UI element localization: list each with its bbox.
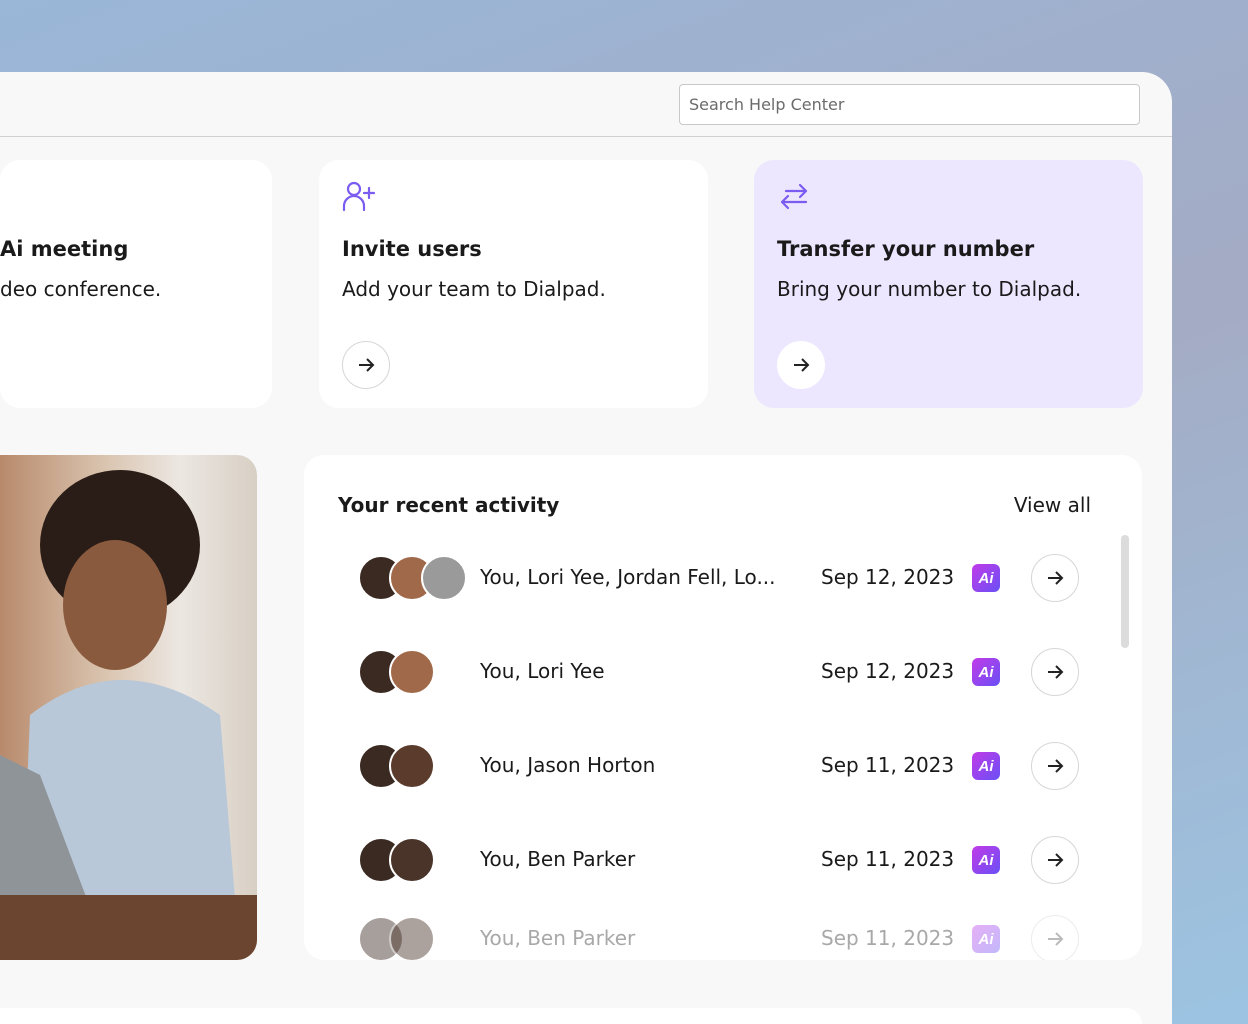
date: Sep 11, 2023 bbox=[821, 847, 955, 871]
card-ai-meeting[interactable]: Ai meeting deo conference. bbox=[0, 160, 272, 408]
avatar bbox=[389, 837, 435, 883]
arrow-right-icon bbox=[1048, 571, 1064, 585]
activity-row[interactable]: You, Jason Horton Sep 11, 2023 Ai bbox=[304, 740, 1142, 800]
arrow-right-icon bbox=[1048, 853, 1064, 867]
activity-title: Your recent activity bbox=[338, 493, 560, 517]
activity-row[interactable]: You, Ben Parker Sep 11, 2023 Ai bbox=[304, 834, 1142, 894]
participants: You, Lori Yee bbox=[480, 659, 605, 683]
ai-badge-icon: Ai bbox=[972, 564, 1000, 592]
participants: You, Lori Yee, Jordan Fell, Lo... bbox=[480, 565, 776, 589]
arrow-right-button[interactable] bbox=[777, 341, 825, 389]
ai-badge-icon: Ai bbox=[972, 752, 1000, 780]
open-activity-button[interactable] bbox=[1031, 915, 1079, 960]
card-desc: Bring your number to Dialpad. bbox=[777, 277, 1082, 301]
hero-photo bbox=[0, 455, 257, 960]
open-activity-button[interactable] bbox=[1031, 648, 1079, 696]
avatar bbox=[421, 555, 467, 601]
card-title: Invite users bbox=[342, 237, 482, 261]
date: Sep 12, 2023 bbox=[821, 565, 955, 589]
search-input[interactable]: Search Help Center bbox=[679, 84, 1140, 125]
bottom-card bbox=[0, 1008, 1142, 1024]
activity-row[interactable]: You, Lori Yee, Jordan Fell, Lo... Sep 12… bbox=[304, 552, 1142, 612]
date: Sep 11, 2023 bbox=[821, 926, 955, 950]
arrow-right-icon bbox=[1048, 759, 1064, 773]
card-desc: Add your team to Dialpad. bbox=[342, 277, 606, 301]
activity-row[interactable]: You, Lori Yee Sep 12, 2023 Ai bbox=[304, 646, 1142, 706]
date: Sep 11, 2023 bbox=[821, 753, 955, 777]
activity-row[interactable]: You, Ben Parker Sep 11, 2023 Ai bbox=[304, 913, 1142, 960]
open-activity-button[interactable] bbox=[1031, 554, 1079, 602]
arrow-right-button[interactable] bbox=[342, 341, 390, 389]
user-plus-icon bbox=[342, 181, 376, 212]
card-invite-users[interactable]: Invite users Add your team to Dialpad. bbox=[319, 160, 708, 408]
arrow-right-icon bbox=[359, 358, 375, 372]
card-title: Transfer your number bbox=[777, 237, 1035, 261]
ai-badge-icon: Ai bbox=[972, 925, 1000, 953]
avatar bbox=[389, 916, 435, 960]
recent-activity-panel: Your recent activity View all You, Lori … bbox=[304, 455, 1142, 960]
open-activity-button[interactable] bbox=[1031, 836, 1079, 884]
card-transfer-number[interactable]: Transfer your number Bring your number t… bbox=[754, 160, 1143, 408]
transfer-arrows-icon bbox=[780, 183, 808, 210]
avatar bbox=[389, 649, 435, 695]
header-divider bbox=[0, 136, 1172, 137]
participants: You, Ben Parker bbox=[480, 847, 636, 871]
card-desc: deo conference. bbox=[0, 277, 162, 301]
ai-badge-icon: Ai bbox=[972, 846, 1000, 874]
view-all-link[interactable]: View all bbox=[1014, 493, 1091, 517]
participants: You, Jason Horton bbox=[480, 753, 656, 777]
open-activity-button[interactable] bbox=[1031, 742, 1079, 790]
arrow-right-icon bbox=[1048, 932, 1064, 946]
arrow-right-icon bbox=[794, 358, 810, 372]
card-title: Ai meeting bbox=[0, 237, 129, 261]
avatar bbox=[389, 743, 435, 789]
participants: You, Ben Parker bbox=[480, 926, 636, 950]
date: Sep 12, 2023 bbox=[821, 659, 955, 683]
arrow-right-icon bbox=[1048, 665, 1064, 679]
ai-badge-icon: Ai bbox=[972, 658, 1000, 686]
